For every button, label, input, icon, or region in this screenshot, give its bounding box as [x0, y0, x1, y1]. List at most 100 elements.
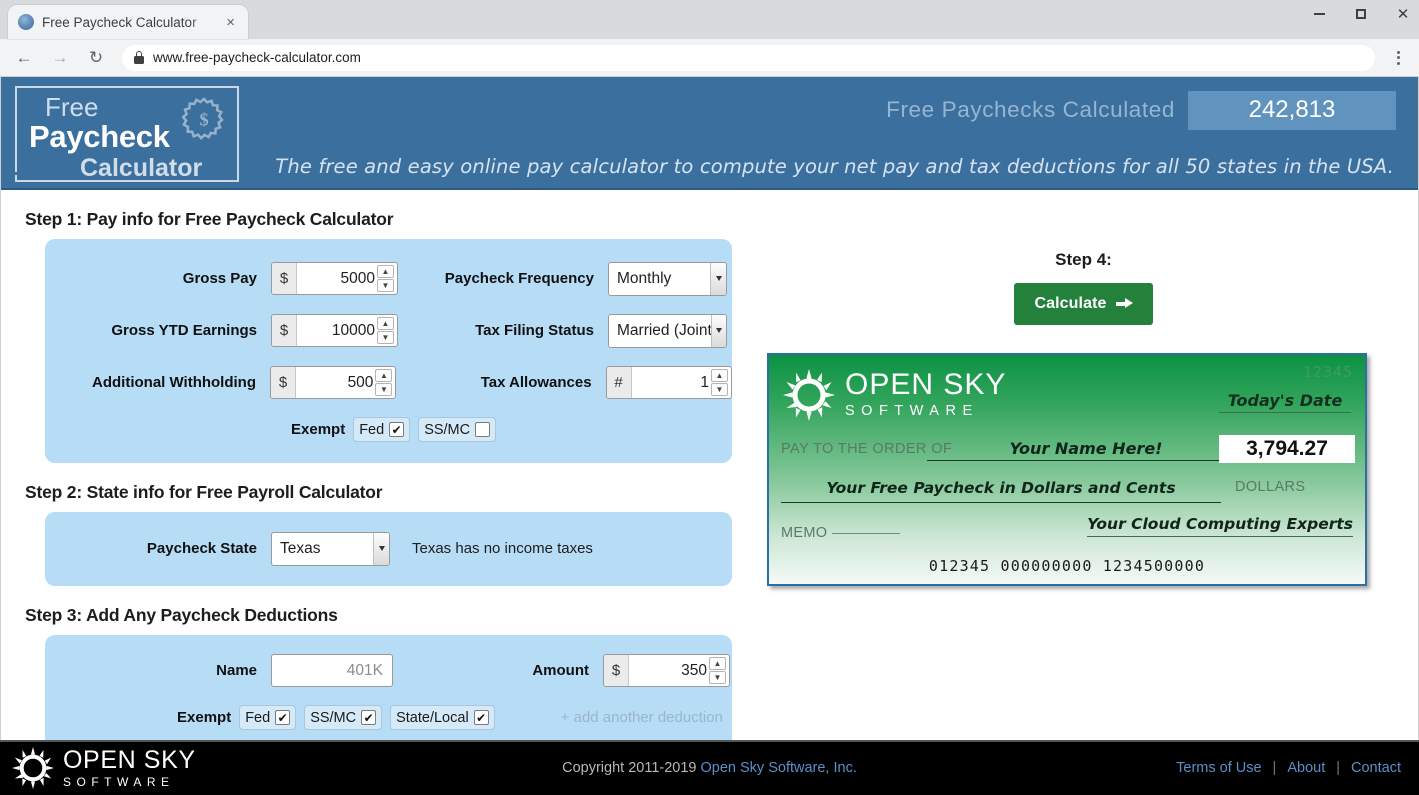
- paycheck-state-select[interactable]: Texas: [271, 532, 390, 566]
- additional-withholding-label: Additional Withholding: [45, 374, 256, 391]
- step3-panel: Name 401K Amount $ 350 ▲▼ Exempt Fed: [45, 635, 732, 740]
- step3-title: Step 3: Add Any Paycheck Deductions: [25, 605, 761, 626]
- check-brand-name: OPEN SKY: [845, 370, 1006, 400]
- add-another-deduction-link[interactable]: + add another deduction: [561, 709, 723, 726]
- svg-text:$: $: [199, 110, 208, 130]
- paychecks-counter: Free Paychecks Calculated 242,813: [886, 91, 1396, 130]
- site-logo[interactable]: Free Paycheck Calculator $: [15, 86, 239, 182]
- back-icon[interactable]: ←: [8, 42, 40, 74]
- favicon-icon: [18, 14, 34, 30]
- filing-status-value: Married (Joint): [609, 315, 711, 347]
- step3-exempt-state-checkbox[interactable]: [474, 710, 489, 725]
- deduction-row: Name 401K Amount $ 350 ▲▼: [45, 645, 732, 697]
- additional-withholding-input[interactable]: $ 500 ▲▼: [270, 366, 396, 399]
- gross-pay-input[interactable]: $ 5000 ▲▼: [271, 262, 398, 295]
- check-memo-label: MEMO: [781, 525, 900, 541]
- gross-ytd-stepper[interactable]: ▲▼: [377, 315, 394, 346]
- paycheck-state-row: Paycheck State Texas Texas has no income…: [45, 523, 732, 575]
- gross-ytd-label: Gross YTD Earnings: [45, 322, 257, 339]
- logo-text-calculator: Calculator: [80, 154, 202, 183]
- frequency-value: Monthly: [609, 263, 710, 295]
- counter-value: 242,813: [1188, 91, 1396, 130]
- paycheck-state-label: Paycheck State: [45, 540, 257, 557]
- deduction-amount-stepper[interactable]: ▲▼: [709, 655, 726, 686]
- additional-withholding-value: 500: [296, 367, 375, 398]
- deduction-amount-input[interactable]: $ 350 ▲▼: [603, 654, 730, 687]
- chevron-down-icon: [710, 263, 726, 295]
- reload-icon[interactable]: ↻: [80, 42, 112, 74]
- check-signature: Your Cloud Computing Experts: [1087, 515, 1353, 537]
- minimize-button[interactable]: [1311, 6, 1327, 22]
- memo-text: MEMO: [781, 525, 827, 541]
- main-content: Step 1: Pay info for Free Paycheck Calcu…: [1, 190, 1418, 740]
- filing-status-label: Tax Filing Status: [408, 322, 594, 339]
- footer-links: Terms of Use | About | Contact: [1176, 760, 1401, 776]
- step1-exempt-label: Exempt: [291, 421, 345, 438]
- browser-menu-icon[interactable]: [1385, 51, 1411, 65]
- step1-exempt-ssmc-checkbox[interactable]: [475, 422, 490, 437]
- tax-allowances-label: Tax Allowances: [406, 374, 591, 391]
- gross-pay-value: 5000: [297, 263, 377, 294]
- additional-withholding-stepper[interactable]: ▲▼: [375, 367, 392, 398]
- arrow-right-icon: [1116, 298, 1133, 309]
- check-number: 12345: [1303, 363, 1353, 381]
- url-text: www.free-paycheck-calculator.com: [153, 50, 361, 65]
- calculate-button-label: Calculate: [1034, 295, 1106, 313]
- browser-toolbar: ← → ↻ www.free-paycheck-calculator.com: [0, 39, 1419, 76]
- close-tab-icon[interactable]: ×: [223, 13, 238, 32]
- lock-icon: [134, 51, 144, 64]
- tab-strip: Free Paycheck Calculator × ✕: [0, 0, 1419, 39]
- step1-exempt-ssmc[interactable]: SS/MC: [418, 417, 496, 442]
- currency-prefix-icon: $: [271, 367, 296, 398]
- state-tax-note: Texas has no income taxes: [412, 540, 593, 557]
- tax-allowances-value: 1: [632, 367, 711, 398]
- gross-ytd-value: 10000: [297, 315, 377, 346]
- check-brand-sub: SOFTWARE: [845, 403, 1006, 419]
- terms-of-use-link[interactable]: Terms of Use: [1176, 760, 1261, 776]
- step2-panel: Paycheck State Texas Texas has no income…: [45, 512, 732, 586]
- step3-exempt-fed[interactable]: Fed: [239, 705, 296, 730]
- check-amount: 3,794.27: [1219, 435, 1355, 463]
- additional-withholding-row: Additional Withholding $ 500 ▲▼ Tax Allo…: [45, 357, 732, 409]
- contact-link[interactable]: Contact: [1351, 760, 1401, 776]
- step3-exempt-ssmc-label: SS/MC: [310, 710, 356, 726]
- deduction-name-label: Name: [45, 662, 257, 679]
- currency-prefix-icon: $: [272, 263, 297, 294]
- forward-icon[interactable]: →: [44, 42, 76, 74]
- step3-exempt-ssmc-checkbox[interactable]: [361, 710, 376, 725]
- step1-exempt-ssmc-label: SS/MC: [424, 422, 470, 438]
- chevron-down-icon: [711, 315, 726, 347]
- step1-exempt-fed-label: Fed: [359, 422, 384, 438]
- step1-exempt-fed-checkbox[interactable]: [389, 422, 404, 437]
- step1-panel: Gross Pay $ 5000 ▲▼ Paycheck Frequency M…: [45, 239, 732, 463]
- maximize-button[interactable]: [1353, 6, 1369, 22]
- deduction-amount-value: 350: [629, 655, 709, 686]
- deduction-name-input[interactable]: 401K: [271, 654, 393, 687]
- dollars-label: DOLLARS: [1235, 479, 1306, 495]
- close-window-button[interactable]: ✕: [1395, 6, 1411, 22]
- company-link[interactable]: Open Sky Software, Inc.: [701, 760, 857, 776]
- browser-tab[interactable]: Free Paycheck Calculator ×: [8, 5, 248, 39]
- tax-allowances-stepper[interactable]: ▲▼: [711, 367, 728, 398]
- gross-ytd-row: Gross YTD Earnings $ 10000 ▲▼ Tax Filing…: [45, 305, 732, 357]
- gross-pay-stepper[interactable]: ▲▼: [377, 263, 394, 294]
- sunburst-icon: [783, 369, 835, 421]
- check-brand-logo: OPEN SKY SOFTWARE: [783, 369, 1006, 421]
- link-separator: |: [1273, 760, 1277, 776]
- step2-title: Step 2: State info for Free Payroll Calc…: [25, 482, 761, 503]
- window-controls: ✕: [1311, 6, 1411, 22]
- about-link[interactable]: About: [1287, 760, 1325, 776]
- calculate-button[interactable]: Calculate: [1014, 283, 1152, 325]
- step3-exempt-fed-checkbox[interactable]: [275, 710, 290, 725]
- filing-status-select[interactable]: Married (Joint): [608, 314, 727, 348]
- address-bar[interactable]: www.free-paycheck-calculator.com: [122, 45, 1375, 71]
- frequency-label: Paycheck Frequency: [408, 270, 594, 287]
- step3-exempt-row: Exempt Fed SS/MC State/Local: [45, 697, 732, 739]
- step3-exempt-state[interactable]: State/Local: [390, 705, 495, 730]
- frequency-select[interactable]: Monthly: [608, 262, 727, 296]
- step3-exempt-ssmc[interactable]: SS/MC: [304, 705, 382, 730]
- gross-ytd-input[interactable]: $ 10000 ▲▼: [271, 314, 398, 347]
- tax-allowances-input[interactable]: # 1 ▲▼: [606, 366, 732, 399]
- step1-exempt-fed[interactable]: Fed: [353, 417, 410, 442]
- step3-exempt-fed-label: Fed: [245, 710, 270, 726]
